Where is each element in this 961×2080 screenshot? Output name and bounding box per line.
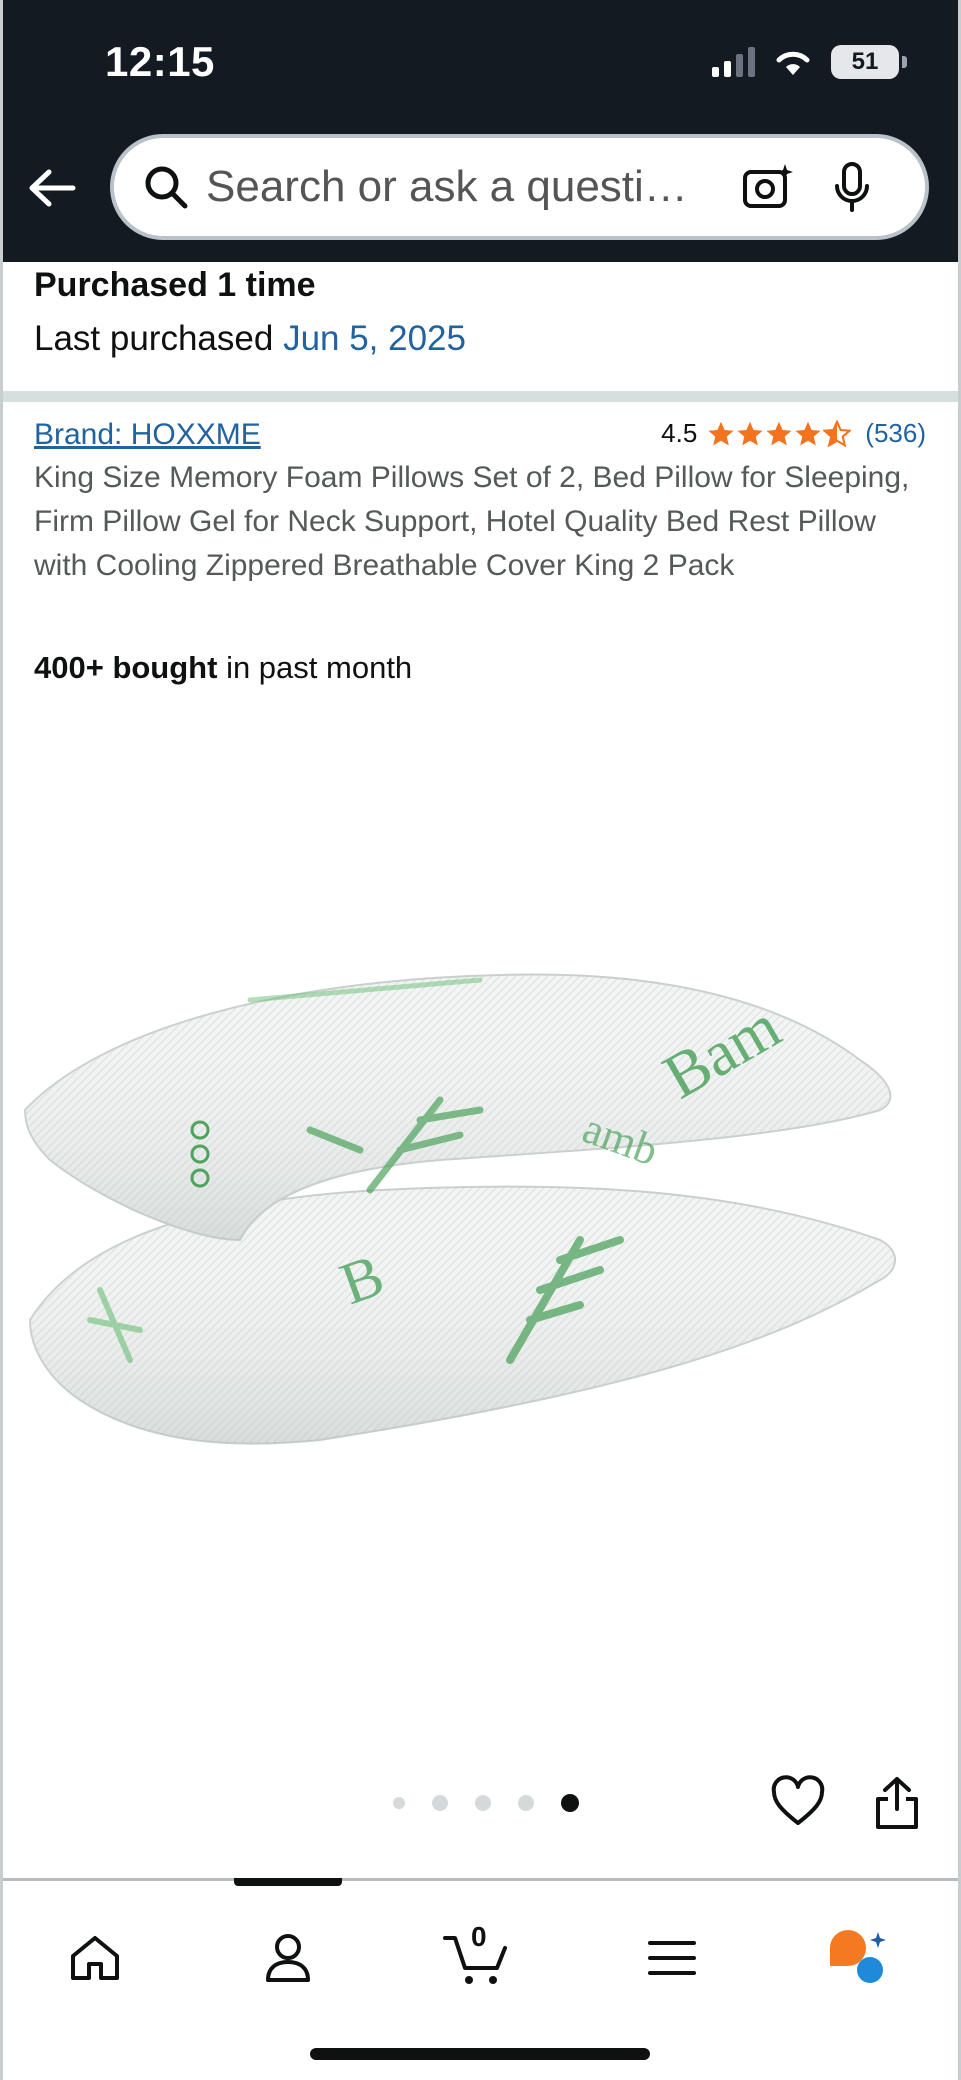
back-arrow-icon [29, 169, 76, 207]
purchase-count: Purchased 1 time [34, 266, 316, 304]
star-full-icon [795, 421, 821, 445]
star-half-icon [823, 419, 852, 447]
star-full-icon [708, 421, 734, 445]
product-rating[interactable]: 4.5 (536) [661, 418, 926, 449]
carousel-dot-active[interactable] [561, 1794, 579, 1812]
menu-icon [648, 1941, 696, 1975]
cart-count: 0 [471, 1921, 487, 1952]
battery-icon: 51 [831, 45, 907, 79]
last-purchased-label: Last purchased [34, 319, 274, 358]
bought-period: in past month [217, 650, 413, 685]
battery-level: 51 [851, 48, 879, 75]
microphone-icon [835, 162, 869, 212]
nav-menu[interactable] [637, 1923, 707, 1993]
purchase-history: Purchased 1 time Last purchased Jun 5, 2… [34, 266, 466, 359]
back-button[interactable] [22, 158, 82, 218]
cellular-signal-icon [712, 47, 755, 77]
home-icon [71, 1936, 119, 1980]
star-rating [707, 419, 852, 448]
carousel-dot[interactable] [518, 1795, 534, 1811]
camera-icon [743, 164, 793, 208]
section-divider [0, 391, 961, 402]
product-image[interactable]: B Bam amb [20, 940, 940, 1480]
app-header: 12:15 51 Search or ask a questi… [0, 0, 961, 262]
carousel-dot[interactable] [393, 1797, 405, 1809]
search-icon [140, 161, 192, 213]
search-input[interactable]: Search or ask a questi… [206, 162, 716, 212]
bought-count: 400+ bought [34, 650, 218, 685]
bought-in-past-month: 400+ bought in past month [34, 650, 412, 686]
wifi-icon [776, 51, 810, 75]
brand-link[interactable]: Brand: HOXXME [34, 418, 261, 452]
product-title: King Size Memory Foam Pillows Set of 2, … [34, 461, 910, 582]
account-icon [266, 1934, 310, 1982]
nav-account[interactable] [253, 1923, 323, 1993]
nav-home[interactable] [60, 1923, 130, 1993]
image-carousel-dots[interactable] [393, 1794, 579, 1812]
nav-rufus[interactable] [824, 1923, 894, 1993]
rufus-icon [830, 1930, 886, 1983]
carousel-dot[interactable] [432, 1795, 448, 1811]
star-full-icon [737, 421, 763, 445]
last-purchased-date[interactable]: Jun 5, 2025 [283, 319, 466, 358]
search-bar[interactable]: Search or ask a questi… [110, 134, 929, 240]
voice-search-button[interactable] [820, 155, 884, 219]
rating-value: 4.5 [661, 418, 698, 448]
bottom-pillow: B [28, 1185, 896, 1445]
nav-cart[interactable]: 0 [443, 1921, 513, 1993]
home-indicator [310, 2048, 650, 2060]
heart-icon[interactable] [770, 1775, 826, 1831]
active-tab-indicator [234, 1878, 342, 1886]
star-full-icon [766, 421, 792, 445]
left-edge [0, 0, 3, 2080]
share-icon[interactable] [872, 1775, 922, 1831]
status-icons: 51 [712, 42, 907, 82]
status-time: 12:15 [105, 38, 215, 85]
camera-search-button[interactable] [736, 155, 800, 219]
carousel-dot[interactable] [475, 1795, 491, 1811]
review-count[interactable]: (536) [865, 418, 926, 449]
last-purchased: Last purchased Jun 5, 2025 [34, 319, 466, 359]
